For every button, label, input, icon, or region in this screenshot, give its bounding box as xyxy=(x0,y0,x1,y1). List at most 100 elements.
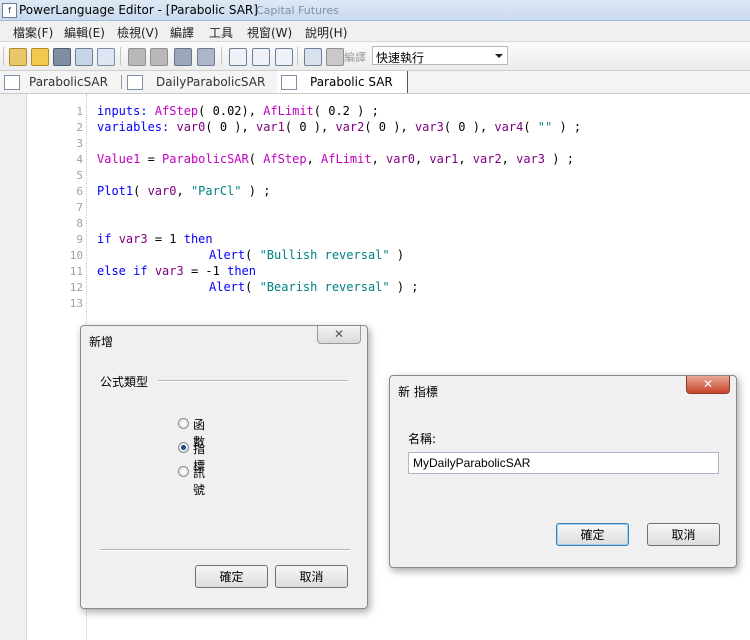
tab-parabolicsar[interactable]: ParabolicSAR xyxy=(0,71,118,93)
code-line: 6 Plot1( var0, "ParCl" ) ; xyxy=(0,184,750,200)
variable-name: var1 xyxy=(429,152,459,166)
save-icon[interactable] xyxy=(53,48,71,66)
variable-name: var2 xyxy=(335,120,365,134)
indicator-name-input[interactable] xyxy=(408,452,719,474)
string-literal: "Bearish reversal" xyxy=(259,280,390,294)
run-mode-dropdown[interactable]: 快速執行 xyxy=(372,46,508,65)
close-icon: ✕ xyxy=(702,377,714,391)
variable-name: var0 xyxy=(386,152,415,166)
title-bar: f PowerLanguage Editor - [Parabolic SAR]… xyxy=(0,0,750,21)
compile-settings-icon[interactable] xyxy=(304,48,322,66)
save-all-icon[interactable] xyxy=(75,48,93,66)
code-text: ) ; xyxy=(552,120,582,134)
menu-bar: 檔案(F) 編輯(E) 檢視(V) 編譯 工具 視窗(W) 說明(H) xyxy=(0,21,750,42)
variable-name: var4 xyxy=(494,120,524,134)
open-folder-icon[interactable] xyxy=(31,48,49,66)
tab-parabolic-sar[interactable]: Parabolic SAR xyxy=(277,71,408,93)
cascade-windows-icon[interactable] xyxy=(229,48,247,66)
compile-icon[interactable] xyxy=(326,48,344,66)
toolbar-separator xyxy=(297,47,298,65)
input-name: AfLimit xyxy=(263,104,314,118)
code-text: , xyxy=(306,152,322,166)
formula-type-label: 公式類型 xyxy=(100,375,149,389)
close-button[interactable]: ✕ xyxy=(317,326,361,344)
variable-name: var0 xyxy=(147,184,177,198)
code-text: ( xyxy=(523,120,538,134)
menu-tools[interactable]: 工具 xyxy=(209,24,233,41)
replace-icon[interactable] xyxy=(197,48,215,66)
window-title-background-text: Capital Futures xyxy=(256,4,339,17)
function-name: ParabolicSAR xyxy=(162,152,249,166)
keyword: if xyxy=(97,232,112,246)
menu-file[interactable]: 檔案(F) xyxy=(13,24,53,41)
ok-button[interactable]: 確定 xyxy=(556,523,629,546)
find-icon[interactable] xyxy=(174,48,192,66)
code-line: 7 xyxy=(0,200,750,216)
cancel-button[interactable]: 取消 xyxy=(275,565,348,588)
variable-name: var2 xyxy=(472,152,502,166)
reserved-word: Value1 xyxy=(97,152,141,166)
keyword: then xyxy=(227,264,256,278)
ok-button[interactable]: 確定 xyxy=(195,565,268,588)
code-text: , xyxy=(414,152,430,166)
code-line: 4 Value1 = ParabolicSAR( AfStep, AfLimit… xyxy=(0,152,750,168)
radio-button[interactable] xyxy=(178,466,189,477)
radio-button[interactable] xyxy=(178,442,189,453)
new-study-dialog: 新增 ✕ 公式類型 函數 指標 訊號 確定 取消 xyxy=(80,325,368,609)
code-text: ( xyxy=(133,184,148,198)
line-number: 2 xyxy=(76,121,83,134)
code-line: 5 xyxy=(0,168,750,184)
code-text: ( 0.02), xyxy=(198,104,264,118)
string-literal: "ParCl" xyxy=(190,184,242,198)
run-mode-value: 快速執行 xyxy=(376,51,425,65)
keyword: then xyxy=(183,232,213,246)
code-line: 8 xyxy=(0,216,750,232)
reserved-word: Alert xyxy=(209,248,246,262)
code-text: ) xyxy=(389,248,405,262)
line-number: 8 xyxy=(76,217,83,230)
print-icon[interactable] xyxy=(97,48,115,66)
new-file-icon[interactable] xyxy=(9,48,27,66)
undo-icon[interactable] xyxy=(128,48,146,66)
code-line: 13 xyxy=(0,296,750,312)
tab-label: DailyParabolicSAR xyxy=(156,75,266,89)
radio-label: 訊號 xyxy=(193,466,206,497)
menu-help[interactable]: 說明(H) xyxy=(305,24,347,41)
code-text: ( 0 ), xyxy=(443,120,495,134)
variable-name: var3 xyxy=(516,152,546,166)
line-number: 5 xyxy=(76,169,83,182)
menu-window[interactable]: 視窗(W) xyxy=(247,24,292,41)
code-text: ( 0 ), xyxy=(205,120,256,134)
code-text: = 1 xyxy=(147,232,184,246)
variable-name: var0 xyxy=(176,120,206,134)
close-button[interactable]: ✕ xyxy=(686,376,730,394)
reserved-word: Alert xyxy=(209,280,246,294)
string-literal: "" xyxy=(537,120,553,134)
code-text: , xyxy=(176,184,191,198)
keyword: inputs: xyxy=(97,104,148,118)
dialog-title: 新增 xyxy=(89,335,114,349)
tile-horizontal-icon[interactable] xyxy=(252,48,270,66)
code-line: 2 variables: var0( 0 ), var1( 0 ), var2(… xyxy=(0,120,750,136)
line-number: 1 xyxy=(76,105,83,118)
line-number: 3 xyxy=(76,137,83,150)
tile-vertical-icon[interactable] xyxy=(275,48,293,66)
code-text: ( xyxy=(245,280,260,294)
line-number: 9 xyxy=(76,233,83,246)
code-text: , xyxy=(371,152,387,166)
radio-button[interactable] xyxy=(178,418,189,429)
cancel-button[interactable]: 取消 xyxy=(647,523,720,546)
function-file-icon xyxy=(4,75,20,90)
code-line: 11 else if var3 = -1 then xyxy=(0,264,750,280)
menu-edit[interactable]: 編輯(E) xyxy=(64,24,105,41)
line-number: 10 xyxy=(69,249,83,262)
menu-compile[interactable]: 編譯 xyxy=(170,24,194,41)
code-text: , xyxy=(501,152,517,166)
code-text: ( xyxy=(248,152,264,166)
tab-label: ParabolicSAR xyxy=(29,75,108,89)
redo-icon[interactable] xyxy=(150,48,168,66)
group-divider xyxy=(158,380,348,382)
menu-view[interactable]: 檢視(V) xyxy=(117,24,159,41)
tab-dailyparabolicsar[interactable]: DailyParabolicSAR xyxy=(123,71,273,93)
code-text: ( xyxy=(245,248,260,262)
